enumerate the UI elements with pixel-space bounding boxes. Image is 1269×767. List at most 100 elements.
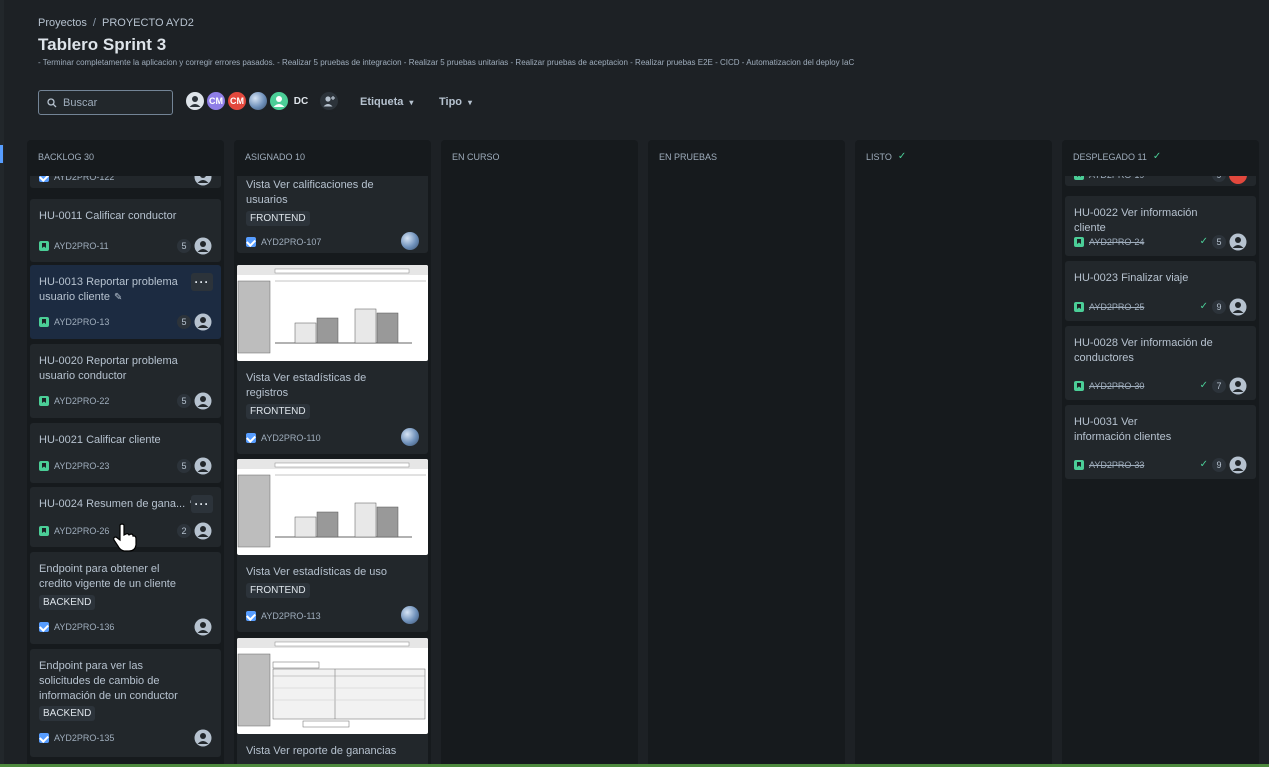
issue-card[interactable]: Endpoint para obtener el credito vigente… [30, 552, 221, 644]
done-check-icon: ✓ [1200, 176, 1208, 180]
issue-title: HU-0021 Calificar cliente [39, 434, 161, 446]
column-header-en-pruebas: EN PRUEBAS [648, 140, 845, 176]
issue-key-text: AYD2PRO-113 [261, 611, 321, 621]
issue-title: Vista Ver estadísticas de uso [246, 566, 388, 578]
user-avatar-green[interactable] [268, 90, 290, 112]
issue-key: AYD2PRO-136 [39, 622, 114, 632]
unassigned-user-icon[interactable] [1229, 456, 1247, 474]
issue-card[interactable]: HU-0020 Reportar problema usuario conduc… [30, 344, 221, 418]
pencil-icon[interactable]: ✎ [114, 290, 122, 305]
story-points-badge: 5 [1212, 235, 1226, 249]
user-avatar-cm-1[interactable]: CM [205, 90, 227, 112]
issue-key-text: AYD2PRO-22 [54, 396, 110, 406]
issue-label: BACKEND [39, 595, 96, 610]
wireframe-image [237, 265, 428, 354]
assignee-avatar[interactable] [401, 232, 419, 250]
unassigned-user-icon[interactable] [194, 522, 212, 540]
issue-label: FRONTEND [246, 404, 310, 419]
story-icon [39, 317, 49, 327]
issue-card[interactable]: Vista Ver estadísticas de registros FRON… [237, 265, 428, 454]
issue-card[interactable]: AYD2PRO-19 ✓ 9 [1065, 176, 1256, 186]
issue-key-text: AYD2PRO-135 [54, 733, 115, 743]
user-avatar-1[interactable] [184, 90, 206, 112]
column-body: AYD2PRO-122 HU-0011 Calificar conductor … [30, 176, 221, 767]
story-icon [39, 461, 49, 471]
more-actions-button[interactable]: ··· [191, 495, 213, 513]
unassigned-user-icon[interactable] [1229, 377, 1247, 395]
avatar-initials: CM [230, 96, 244, 106]
unassigned-user-icon[interactable] [1229, 233, 1247, 251]
hand-cursor-icon [113, 523, 137, 552]
issue-title-text: HU-0024 Resumen de gana... [39, 498, 186, 510]
issue-key: AYD2PRO-122 [39, 176, 114, 182]
label-filter-dropdown[interactable]: Etiqueta ▾ [360, 96, 413, 108]
user-avatar-cm-2[interactable]: CM [226, 90, 248, 112]
issue-card[interactable]: HU-0011 Calificar conductor AYD2PRO-11 5 [30, 199, 221, 262]
story-points-badge: 5 [177, 459, 191, 473]
breadcrumb-separator: / [92, 17, 96, 29]
column-title: EN CURSO [452, 152, 500, 162]
issue-key-text: AYD2PRO-110 [261, 433, 321, 443]
issue-card[interactable]: HU-0023 Finalizar viaje AYD2PRO-25 ✓ 9 [1065, 261, 1256, 321]
unassigned-user-icon[interactable] [194, 618, 212, 636]
issue-card[interactable]: HU-0031 Ver información clientes AYD2PRO… [1065, 405, 1256, 479]
assignee-avatar[interactable] [1229, 176, 1247, 184]
task-icon [246, 237, 256, 247]
story-points-badge: 7 [1212, 379, 1226, 393]
story-points-badge: 5 [177, 239, 191, 253]
unassigned-user-icon[interactable] [194, 237, 212, 255]
issue-card[interactable]: HU-0021 Calificar cliente AYD2PRO-23 5 [30, 423, 221, 483]
user-avatar-photo[interactable] [247, 90, 269, 112]
column-title: ASIGNADO 10 [245, 152, 306, 162]
issue-key-text: AYD2PRO-26 [54, 526, 110, 536]
breadcrumb-project[interactable]: PROYECTO AYD2 [102, 17, 194, 29]
issue-label: FRONTEND [246, 583, 310, 598]
unassigned-user-icon[interactable] [194, 313, 212, 331]
column-en-pruebas: EN PRUEBAS [648, 140, 845, 767]
issue-card[interactable]: Endpoint para ver las solicitudes de cam… [30, 649, 221, 757]
unassigned-user-icon[interactable] [1229, 298, 1247, 316]
issue-key-text: AYD2PRO-122 [54, 176, 115, 182]
unassigned-user-icon[interactable] [194, 176, 212, 186]
issue-card[interactable]: AYD2PRO-122 [30, 176, 221, 188]
story-points-badge: 5 [177, 315, 191, 329]
done-check-icon: ✓ [1199, 301, 1208, 312]
assignee-avatar[interactable] [401, 606, 419, 624]
column-en-curso: EN CURSO [441, 140, 638, 767]
assignee-avatar[interactable] [401, 428, 419, 446]
issue-title: HU-0028 Ver información de conductores [1074, 337, 1213, 364]
user-avatar-dc[interactable]: DC [289, 90, 313, 112]
issue-card[interactable]: Vista Ver reporte de ganancias [237, 638, 428, 767]
user-icon [273, 96, 285, 107]
unassigned-user-icon[interactable] [194, 392, 212, 410]
issue-key-text: AYD2PRO-24 [1089, 237, 1145, 247]
column-header-backlog: BACKLOG 30 [27, 140, 224, 176]
issue-card[interactable]: Vista Ver estadísticas de uso FRONTEND A… [237, 459, 428, 632]
issue-key: AYD2PRO-19 [1074, 176, 1144, 180]
column-header-listo: LISTO ✓ [855, 140, 1052, 176]
story-points-badge: 9 [1212, 176, 1226, 182]
issue-key-text: AYD2PRO-136 [54, 622, 115, 632]
type-filter-dropdown[interactable]: Tipo ▾ [439, 96, 472, 108]
issue-card[interactable]: HU-0022 Ver información cliente AYD2PRO-… [1065, 196, 1256, 256]
issue-title: Vista Ver estadísticas de registros [246, 372, 367, 399]
add-people-button[interactable] [318, 90, 340, 112]
search-box[interactable] [38, 90, 173, 115]
issue-card[interactable]: Vista Ver calificaciones de usuarios FRO… [237, 176, 428, 253]
issue-key: AYD2PRO-110 [246, 433, 321, 443]
issue-title: HU-0020 Reportar problema usuario conduc… [39, 355, 178, 382]
column-asignado: ASIGNADO 10 Vista Ver calificaciones de … [234, 140, 431, 767]
issue-card[interactable]: HU-0028 Ver información de conductores A… [1065, 326, 1256, 400]
column-desplegado: DESPLEGADO 11 ✓ AYD2PRO-19 ✓ 9 HU-0022 Ve… [1062, 140, 1259, 767]
issue-card-selected[interactable]: HU-0013 Reportar problema usuario client… [30, 265, 221, 339]
unassigned-user-icon[interactable] [194, 457, 212, 475]
wireframe-thumbnail [237, 459, 428, 555]
unassigned-user-icon[interactable] [194, 729, 212, 747]
story-icon [1074, 460, 1084, 470]
search-input[interactable] [63, 96, 163, 109]
breadcrumb: Proyectos / PROYECTO AYD2 [38, 17, 194, 29]
more-actions-button[interactable]: ··· [191, 273, 213, 291]
breadcrumb-root[interactable]: Proyectos [38, 17, 87, 29]
done-check-icon: ✓ [1199, 459, 1208, 470]
column-title: LISTO [866, 152, 892, 162]
